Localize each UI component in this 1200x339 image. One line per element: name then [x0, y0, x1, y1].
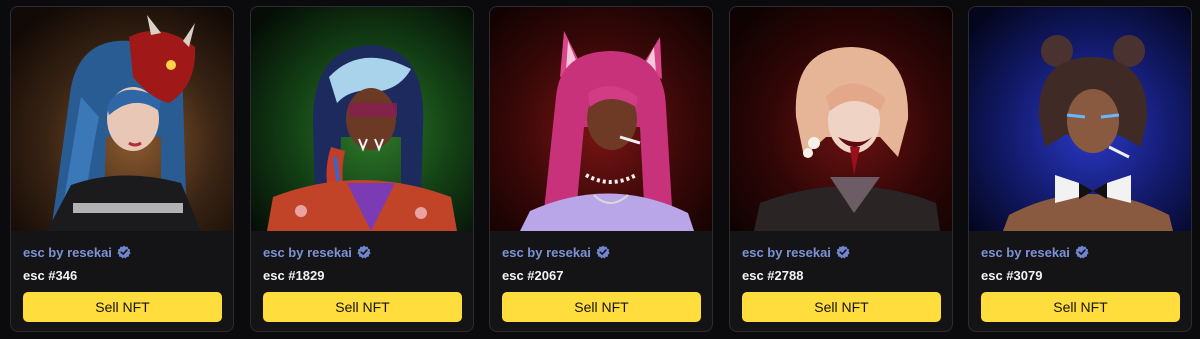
nft-artwork[interactable] — [11, 7, 233, 231]
collection-link[interactable]: esc by resekai — [742, 244, 850, 260]
collection-name[interactable]: esc by resekai — [23, 245, 112, 260]
verified-badge-icon — [117, 245, 131, 259]
nft-portrait-white-blue-hair-fangs-icon — [251, 7, 473, 231]
verified-badge-icon — [596, 245, 610, 259]
sell-nft-button[interactable]: Sell NFT — [263, 292, 462, 322]
sell-nft-button[interactable]: Sell NFT — [23, 292, 222, 322]
collection-name[interactable]: esc by resekai — [502, 245, 591, 260]
nft-card[interactable]: esc by resekai esc #2067 Sell NFT — [489, 6, 713, 332]
collection-name[interactable]: esc by resekai — [742, 245, 831, 260]
verified-badge-icon — [357, 245, 371, 259]
nft-artwork[interactable] — [730, 7, 952, 231]
sell-nft-button[interactable]: Sell NFT — [502, 292, 701, 322]
token-name: esc #2067 — [502, 268, 564, 283]
nft-portrait-blue-hair-oni-mask-icon — [11, 7, 233, 231]
nft-card[interactable]: esc by resekai esc #346 Sell NFT — [10, 6, 234, 332]
collection-name[interactable]: esc by resekai — [263, 245, 352, 260]
nft-card-row: esc by resekai esc #346 Sell NFT esc by … — [0, 0, 1200, 339]
sell-nft-button[interactable]: Sell NFT — [981, 292, 1180, 322]
nft-portrait-brown-hair-bunny-suit-icon — [969, 7, 1191, 231]
verified-badge-icon — [1075, 245, 1089, 259]
nft-card[interactable]: esc by resekai esc #3079 Sell NFT — [968, 6, 1192, 332]
nft-portrait-peach-hair-open-mouth-icon — [730, 7, 952, 231]
collection-link[interactable]: esc by resekai — [981, 244, 1089, 260]
collection-link[interactable]: esc by resekai — [23, 244, 131, 260]
token-name: esc #2788 — [742, 268, 804, 283]
nft-artwork[interactable] — [490, 7, 712, 231]
verified-badge-icon — [836, 245, 850, 259]
nft-artwork[interactable] — [969, 7, 1191, 231]
token-name: esc #1829 — [263, 268, 325, 283]
collection-link[interactable]: esc by resekai — [263, 244, 371, 260]
collection-link[interactable]: esc by resekai — [502, 244, 610, 260]
token-name: esc #346 — [23, 268, 78, 283]
collection-name[interactable]: esc by resekai — [981, 245, 1070, 260]
sell-nft-button[interactable]: Sell NFT — [742, 292, 941, 322]
nft-portrait-pink-hair-cat-ears-icon — [490, 7, 712, 231]
token-name: esc #3079 — [981, 268, 1043, 283]
nft-artwork[interactable] — [251, 7, 473, 231]
nft-card[interactable]: esc by resekai esc #1829 Sell NFT — [250, 6, 474, 332]
nft-card[interactable]: esc by resekai esc #2788 Sell NFT — [729, 6, 953, 332]
